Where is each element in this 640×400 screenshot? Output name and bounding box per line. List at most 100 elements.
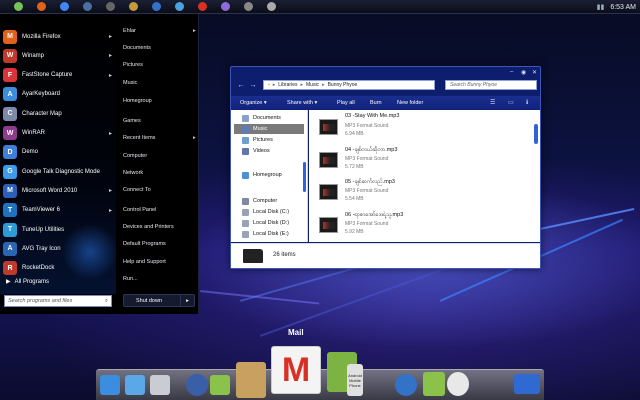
place-item[interactable]: Run... [123,276,138,282]
place-item[interactable]: Games [123,118,141,124]
back-arrow-icon[interactable]: ← [235,81,247,91]
program-item[interactable]: D Demo [3,144,115,161]
nav-item-label: Music [253,126,268,132]
play-all-button[interactable]: Play all [337,100,355,106]
program-label: Microsoft Word 2010 [22,187,78,194]
mail-icon[interactable] [198,2,207,11]
settings-icon[interactable] [244,2,253,11]
clock-icon[interactable] [447,372,469,396]
program-item[interactable]: W WinRAR ▸ [3,125,115,142]
program-item[interactable]: G Google Talk Diagnostic Mode [3,163,115,180]
minimize-icon[interactable]: – [510,69,513,75]
speaker-icon[interactable] [186,374,208,396]
file-list-scrollbar[interactable] [534,124,538,144]
place-item[interactable]: Help and Support [123,259,166,265]
preview-pane-icon[interactable]: ▭ [508,99,514,106]
breadcrumb-item[interactable]: Music [306,82,319,88]
nav-item[interactable]: Pictures [234,135,304,145]
place-item[interactable]: Devices and Printers [123,224,174,230]
burn-button[interactable]: Burn [370,100,382,106]
help-icon[interactable]: ℹ [526,99,528,106]
program-item[interactable]: F FastStone Capture ▸ [3,67,115,84]
place-item[interactable]: Default Programs [123,241,166,247]
android-mobile-phone-icon[interactable]: Android Mobile Phone [347,364,363,396]
all-programs-button[interactable]: ▶ All Programs [6,278,49,286]
start-search-input[interactable]: Search programs and files ⌕ [4,295,112,307]
file-item[interactable]: 06 -ရာဇာအော်ဒေးရဲ့သူ.mp3 MP3 Format Sound… [319,210,519,240]
place-item[interactable]: Documents [123,45,151,51]
gmail-icon[interactable]: M [271,346,321,394]
program-item[interactable]: A AyarKeyboard [3,86,115,103]
new-folder-button[interactable]: New folder [397,100,423,106]
keyboard-icon: A [3,87,17,102]
place-item[interactable]: Homegroup [123,98,152,104]
nav-item[interactable]: Homegroup [234,170,304,180]
breadcrumb-item[interactable]: Bunny Phyoe [328,82,358,88]
file-item[interactable]: 03 -Stay With Me.mp3 MP3 Format Sound 6.94… [319,112,519,142]
organize-button[interactable]: Organize ▾ [240,100,267,106]
file-item[interactable]: 04 -ချစ်တယ်ဆိုတာ.mp3 MP3 Format Sound 5.72… [319,145,519,175]
maximize-icon[interactable]: ◉ [521,69,526,76]
place-item[interactable]: Connect To [123,187,151,193]
nav-item[interactable]: Local Disk (C:) [234,207,304,217]
command-bar: Organize ▾ Share with ▾ Play all Burn Ne… [231,96,540,110]
item-count: 26 items [273,252,296,258]
program-item[interactable]: R RocketDock [3,260,115,277]
shutdown-button[interactable]: Shut down ▸ [123,294,195,307]
power-icon[interactable] [267,2,276,11]
program-item[interactable]: A AVG Tray Icon [3,240,115,257]
address-bar[interactable]: ▪ ▸ Libraries ▸ Music ▸ Bunny Phyoe [263,80,435,90]
nav-item[interactable]: Videos [234,146,304,156]
sync-icon[interactable] [125,375,145,395]
clock[interactable]: 6:53 AM [610,4,636,11]
program-item[interactable]: W Winamp ▸ [3,47,115,64]
documents-icon [242,114,249,122]
screen-icon[interactable] [514,374,540,394]
sync-icon[interactable] [175,2,184,11]
picture-frame-icon[interactable] [236,362,266,398]
firefox-icon[interactable] [37,2,46,11]
place-item[interactable]: Network [123,170,143,176]
view-options-icon[interactable]: ☰ [490,99,495,106]
breadcrumb-item[interactable]: Libraries [278,82,297,88]
android-chat-icon[interactable] [210,375,230,395]
shutdown-options-arrow-icon[interactable]: ▸ [180,295,194,306]
share-with-button[interactable]: Share with ▾ [287,100,317,106]
nav-item[interactable]: Documents [234,113,304,123]
close-icon[interactable]: ✕ [532,69,537,76]
android-icon[interactable] [14,2,23,11]
trash-icon[interactable] [150,375,170,395]
nav-item[interactable]: Local Disk (D:) [234,218,304,228]
globe-icon[interactable] [395,374,417,396]
program-item[interactable]: T TeamViewer 6 ▸ [3,202,115,219]
program-item[interactable]: C Character Map [3,105,115,122]
place-item[interactable]: Ehlar ▸ [123,28,196,34]
nav-item[interactable]: Music [234,124,304,134]
music-icon[interactable] [221,2,230,11]
chrome-icon[interactable] [60,2,69,11]
file-item[interactable]: 05 -ချစ်ဆက်လည်.mp3 MP3 Format Sound 5.54 M… [319,177,519,207]
place-item[interactable]: Recent Items ▸ [123,135,196,141]
folder-search-input[interactable]: Search Bunny Phyoe [445,80,537,90]
phone-icon[interactable] [100,375,120,395]
phone-caption: Android Mobile Phone [348,372,362,388]
place-item[interactable]: Pictures [123,62,143,68]
terminal-icon[interactable] [106,2,115,11]
winamp-icon: W [3,48,17,63]
program-item[interactable]: M Microsoft Word 2010 ▸ [3,182,115,199]
globe-icon[interactable] [152,2,161,11]
nav-item[interactable]: Local Disk (E:) [234,229,304,239]
firefox-icon: M [3,29,17,44]
program-item[interactable]: T TuneUp Utilities [3,221,115,238]
network-icon[interactable] [83,2,92,11]
forward-arrow-icon[interactable]: → [247,81,259,91]
folder-icon[interactable] [129,2,138,11]
network-icon[interactable]: ▮▮ [597,3,605,11]
place-item[interactable]: Music [123,80,137,86]
program-item[interactable]: M Mozilla Firefox ▸ [3,28,115,45]
program-label: Mozilla Firefox [22,33,61,40]
place-item[interactable]: Computer [123,153,147,159]
android-market-icon[interactable] [423,372,445,396]
place-item[interactable]: Control Panel [123,207,156,213]
nav-item[interactable]: Computer [234,196,304,206]
